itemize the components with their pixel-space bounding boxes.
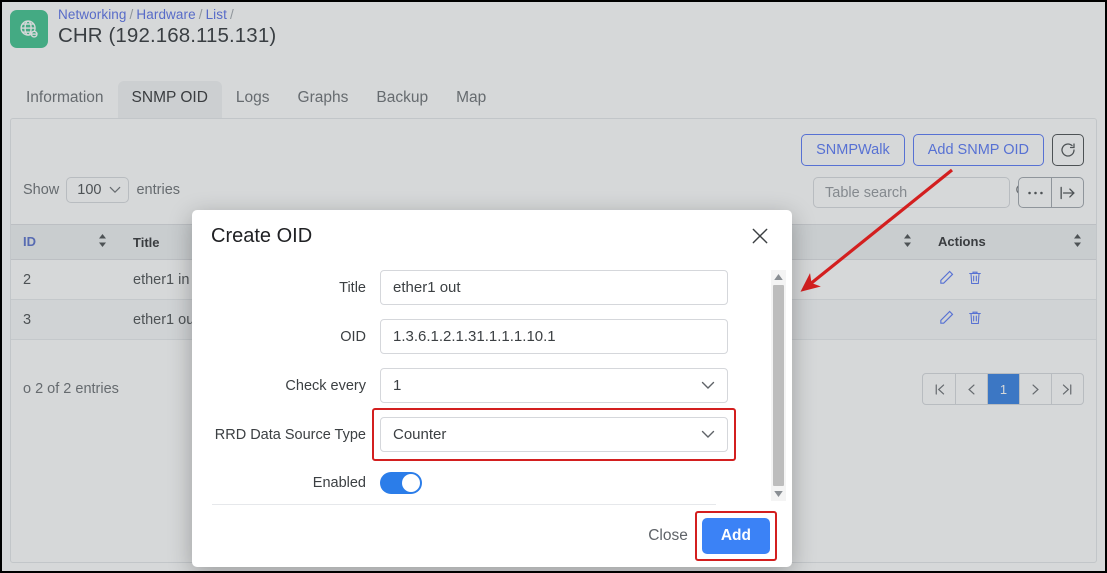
modal-body: Title OID Check every 1 <box>192 262 792 505</box>
scrollbar-thumb[interactable] <box>773 285 784 486</box>
add-button-highlight: Add <box>694 511 778 561</box>
form-row-rrd-data-source-type: RRD Data Source Type Counter <box>192 408 764 461</box>
form-divider <box>212 504 716 505</box>
chevron-down-icon <box>701 426 715 443</box>
modal-form: Title OID Check every 1 <box>192 270 764 505</box>
rrd-data-source-type-select[interactable]: Counter <box>380 417 728 452</box>
close-icon[interactable] <box>747 223 773 249</box>
check-every-value: 1 <box>393 377 402 394</box>
label-check-every: Check every <box>285 377 366 394</box>
toggle-knob <box>402 474 420 492</box>
label-enabled: Enabled <box>312 475 366 491</box>
enabled-toggle[interactable] <box>380 472 422 494</box>
modal-header: Create OID <box>192 210 792 262</box>
label-oid: OID <box>340 328 366 345</box>
form-row-enabled: Enabled <box>192 472 764 494</box>
scroll-down-icon[interactable] <box>774 487 783 501</box>
modal-title: Create OID <box>211 224 313 247</box>
check-every-select[interactable]: 1 <box>380 368 728 403</box>
oid-field[interactable] <box>380 319 728 354</box>
form-row-title: Title <box>192 270 764 305</box>
rrd-data-source-type-highlight: Counter <box>372 408 736 461</box>
close-button[interactable]: Close <box>648 527 688 545</box>
create-oid-modal: Create OID Title OID <box>192 210 792 567</box>
scroll-up-icon[interactable] <box>774 270 783 284</box>
add-button[interactable]: Add <box>701 518 770 554</box>
label-title: Title <box>339 279 366 296</box>
form-row-oid: OID <box>192 319 764 354</box>
rrd-data-source-type-value: Counter <box>393 426 447 443</box>
chevron-down-icon <box>701 377 715 394</box>
modal-scrollbar[interactable] <box>771 270 786 501</box>
modal-footer: Close Add <box>192 505 792 567</box>
title-field[interactable] <box>380 270 728 305</box>
form-row-check-every: Check every 1 <box>192 368 764 403</box>
browser-window: Networking / Hardware / List / CHR (192.168.1… <box>0 0 1107 573</box>
label-rrd-data-source-type: RRD Data Source Type <box>214 426 366 443</box>
